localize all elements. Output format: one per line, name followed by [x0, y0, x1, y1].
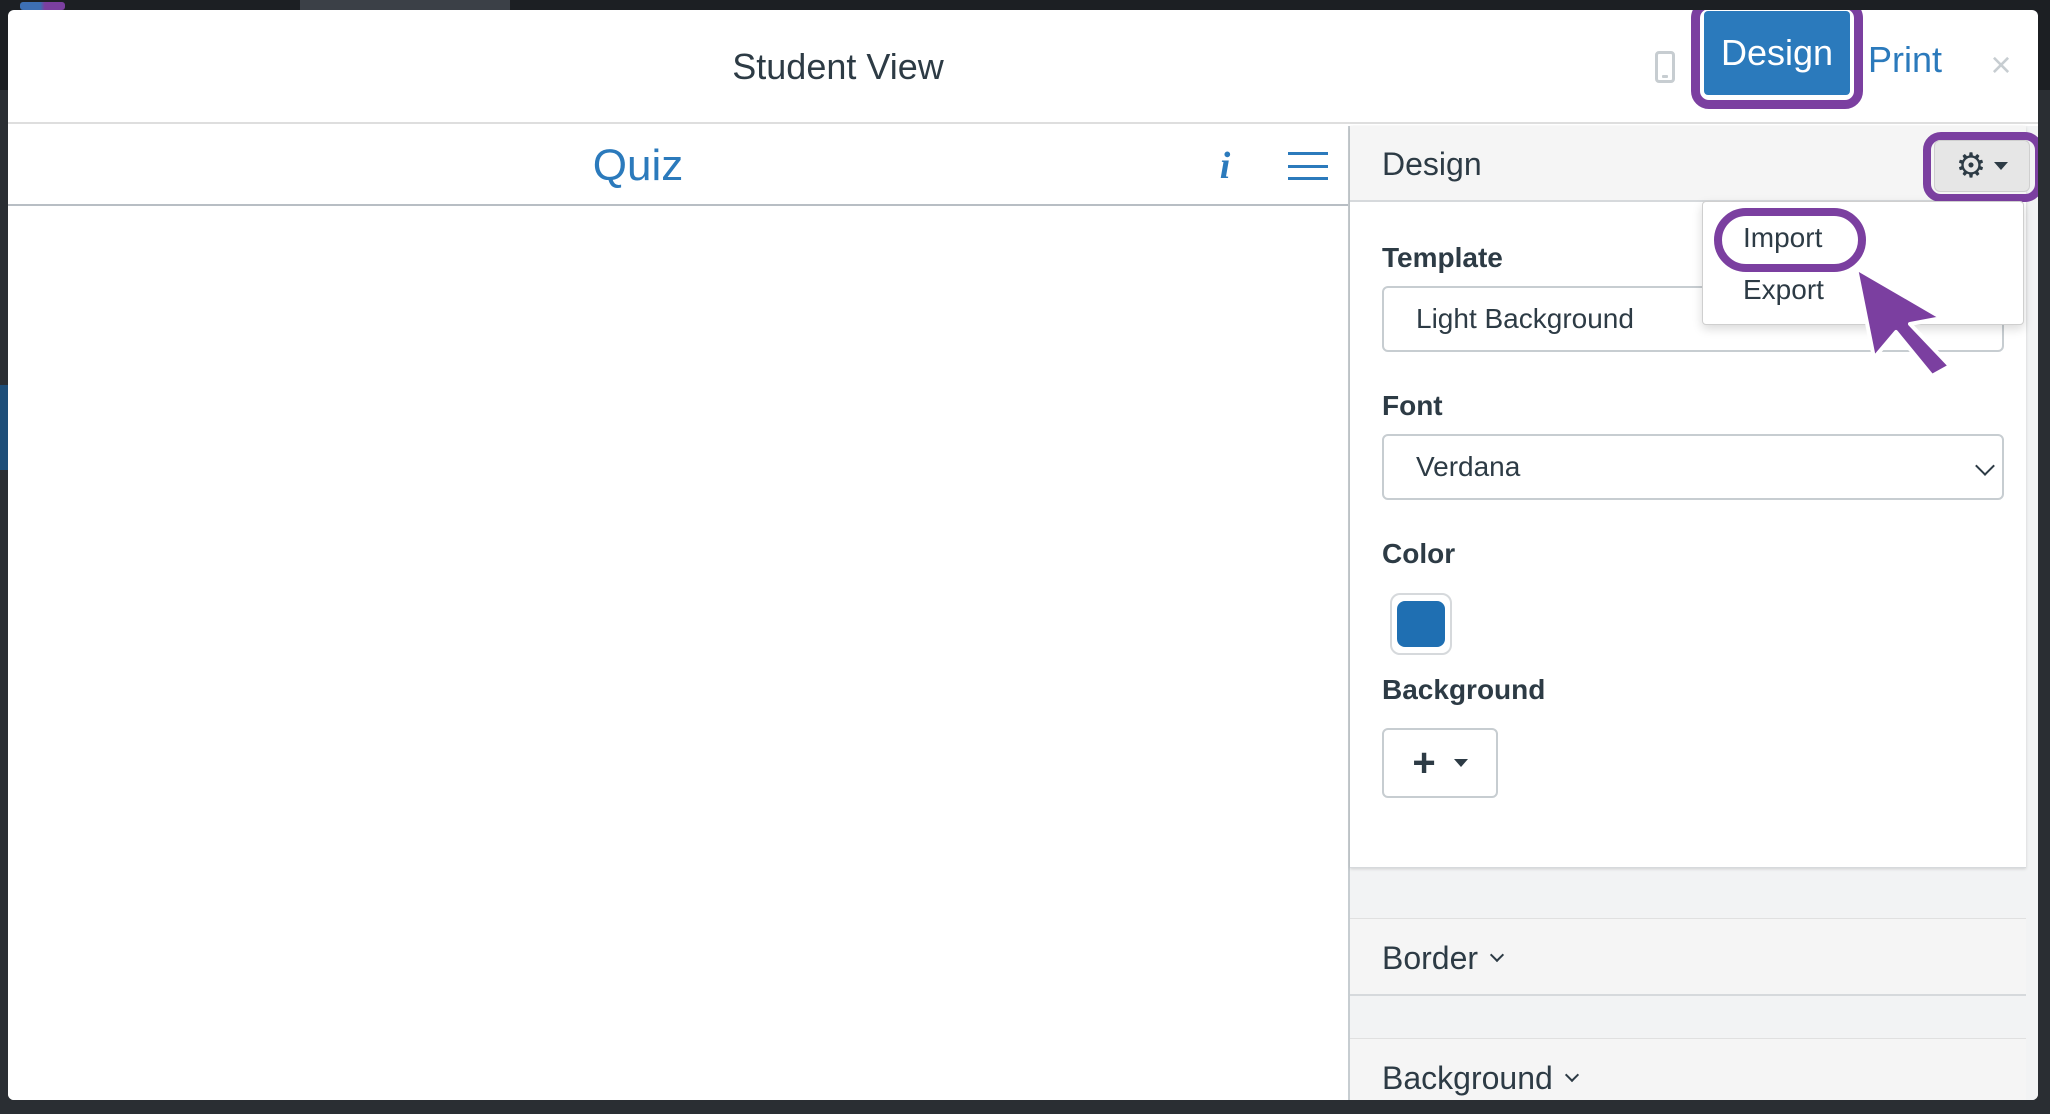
- background-tab: [300, 0, 510, 10]
- color-label: Color: [1382, 538, 1456, 569]
- print-link[interactable]: Print: [1868, 30, 1942, 90]
- hamburger-menu-icon[interactable]: [1288, 152, 1328, 180]
- color-picker[interactable]: [1390, 593, 1452, 655]
- template-select-value: Light Background: [1416, 303, 1634, 334]
- quiz-preview: Quiz i: [8, 126, 1348, 1100]
- font-select[interactable]: Verdana: [1382, 434, 2004, 500]
- gear-icon: ⚙: [1955, 147, 1987, 185]
- background-section-text: Background: [1382, 1059, 1553, 1096]
- font-label: Font: [1382, 390, 1443, 421]
- design-panel-title: Design: [1382, 145, 1482, 182]
- menu-line: [1288, 152, 1328, 155]
- plus-icon: +: [1412, 741, 1436, 785]
- color-swatch: [1397, 601, 1445, 647]
- menu-line: [1288, 177, 1328, 180]
- chevron-down-icon: [1489, 947, 1505, 963]
- quiz-title: Quiz: [592, 141, 684, 190]
- menu-line: [1288, 164, 1328, 168]
- modal-title-text: Student View: [732, 46, 944, 87]
- background-section-toggle[interactable]: Background: [1350, 1038, 2026, 1100]
- mobile-preview-icon[interactable]: [1645, 37, 1685, 97]
- info-icon[interactable]: i: [1210, 144, 1240, 188]
- border-section-text: Border: [1382, 939, 1479, 976]
- design-button[interactable]: Design: [1704, 11, 1850, 95]
- font-select-value: Verdana: [1416, 451, 1521, 482]
- settings-dropdown-button[interactable]: ⚙: [1934, 140, 2030, 192]
- modal-title: Student View: [732, 10, 943, 124]
- chevron-down-icon: [1975, 456, 1995, 476]
- pointer-arrow-icon: [1854, 266, 1952, 378]
- student-view-modal: Student View Design Print × Quiz i Desig…: [8, 10, 2038, 1100]
- background-section-label: Background: [1382, 1039, 1579, 1100]
- caret-down-icon: [1994, 162, 2009, 170]
- background-logo: [20, 2, 65, 10]
- template-label: Template: [1382, 242, 1503, 273]
- background-label: Background: [1382, 674, 1546, 705]
- add-background-button[interactable]: +: [1382, 728, 1498, 798]
- caret-down-icon: [1453, 759, 1468, 767]
- border-section-toggle[interactable]: Border: [1350, 918, 2026, 996]
- modal-header: Student View Design Print ×: [8, 10, 2038, 124]
- quiz-preview-header: Quiz i: [8, 126, 1348, 206]
- dropdown-item-export[interactable]: Export: [1743, 274, 1824, 306]
- import-highlight: [1714, 208, 1866, 272]
- chevron-down-icon: [1564, 1067, 1579, 1083]
- border-section-label: Border: [1382, 919, 1505, 997]
- design-panel-header: Design ⚙: [1350, 126, 2038, 202]
- phone-icon: [1655, 51, 1675, 83]
- close-icon[interactable]: ×: [1983, 40, 2019, 90]
